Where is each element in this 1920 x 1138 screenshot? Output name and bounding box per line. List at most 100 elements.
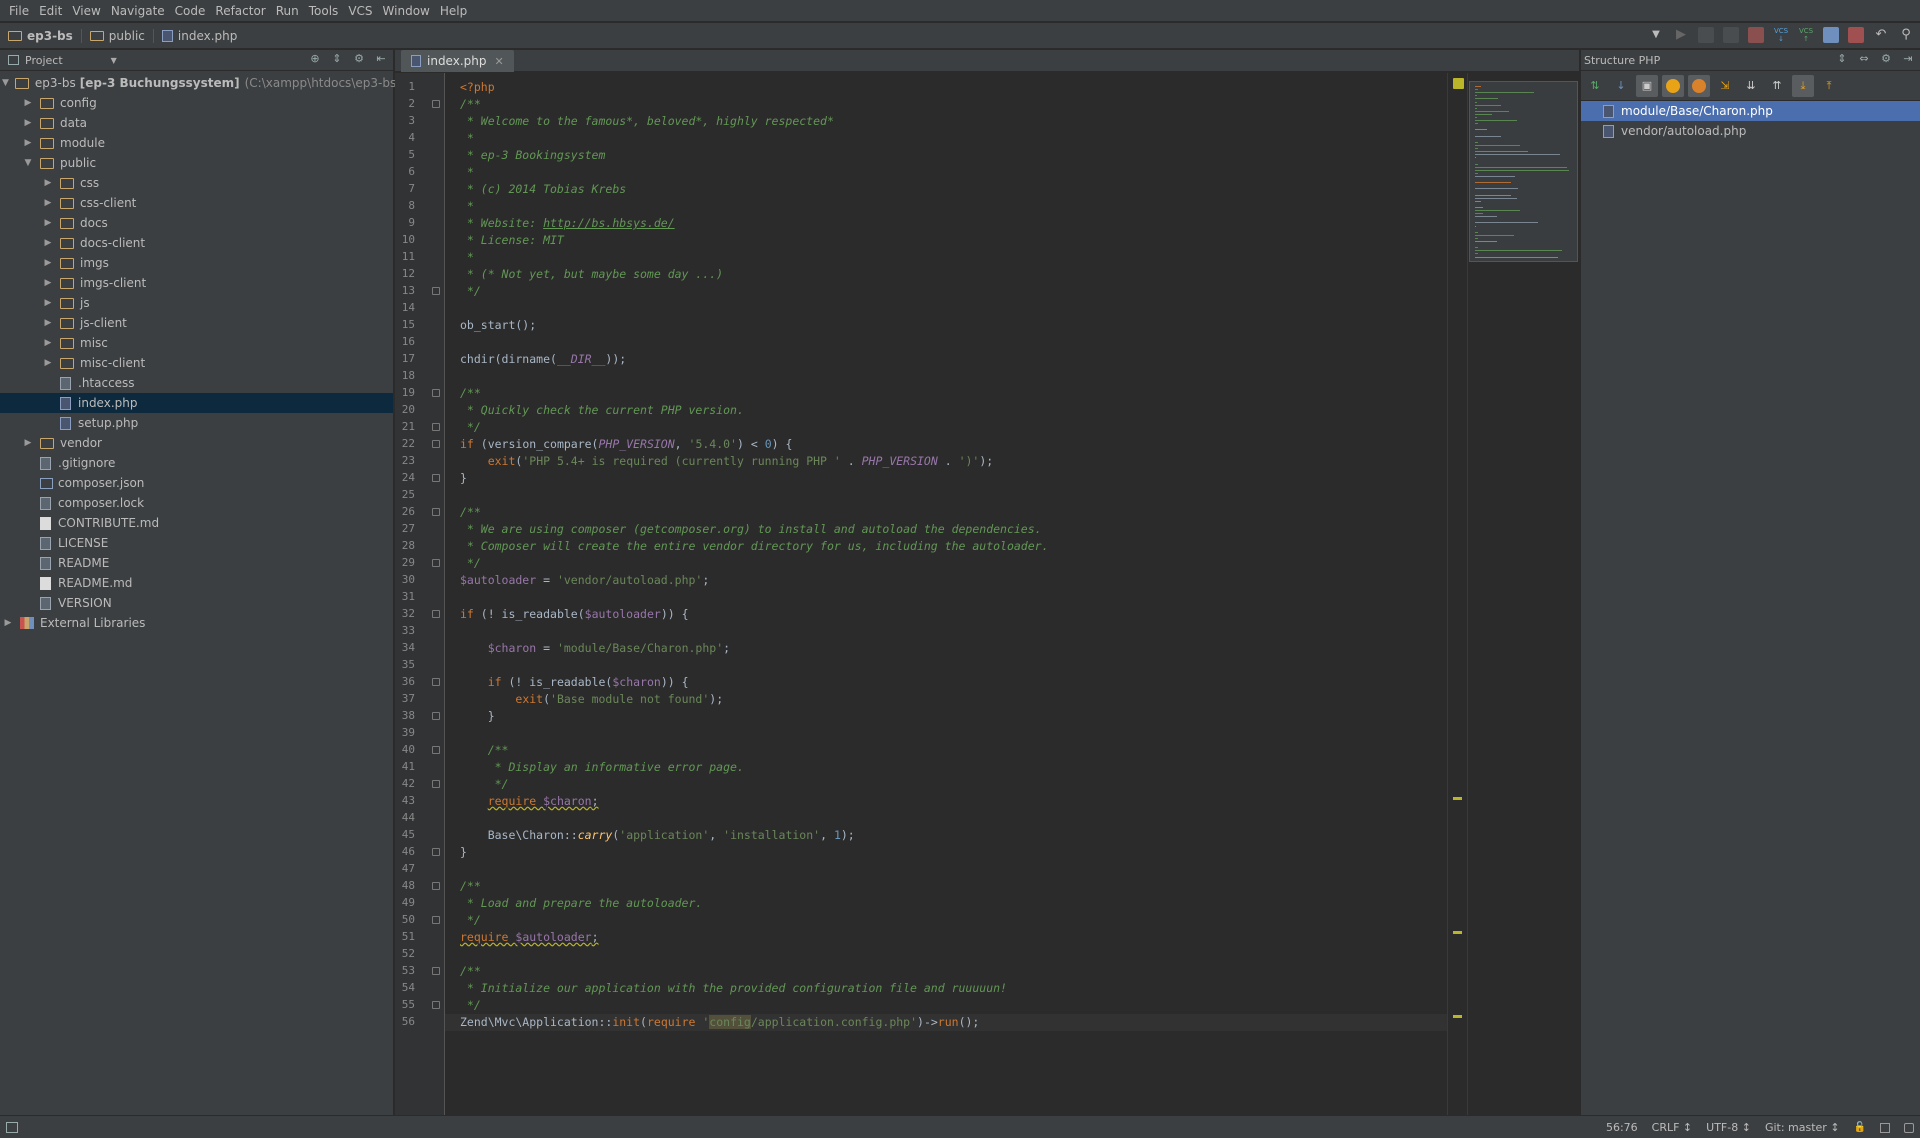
expand-icon[interactable]: ⇊ [1740,75,1762,97]
expanded-arrow-icon[interactable]: ▼ [2,78,9,88]
tree-item-js-client[interactable]: ▶ js-client [0,313,393,333]
tree-item-css[interactable]: ▶ css [0,173,393,193]
tree-item-composer-json[interactable]: composer.json [0,473,393,493]
tree-item-vendor[interactable]: ▶ vendor [0,433,393,453]
tree-item-public[interactable]: ▼ public [0,153,393,173]
collapsed-arrow-icon[interactable]: ▶ [42,278,54,288]
tree-item-license[interactable]: LICENSE [0,533,393,553]
encoding-selector[interactable]: UTF-8 ↕ [1706,1121,1751,1134]
menu-navigate[interactable]: Navigate [106,0,170,22]
fold-marker-icon[interactable] [432,559,440,567]
menu-run[interactable]: Run [271,0,304,22]
collapsed-arrow-icon[interactable]: ▶ [22,138,34,148]
caret-position[interactable]: 56:76 [1606,1121,1638,1134]
tree-item-css-client[interactable]: ▶ css-client [0,193,393,213]
run-icon[interactable]: ▶ [1673,27,1689,43]
stop-icon[interactable] [1748,27,1764,43]
fold-marker-icon[interactable] [432,474,440,482]
tree-item-docs[interactable]: ▶ docs [0,213,393,233]
lock-icon[interactable]: 🔓 [1854,1122,1866,1133]
fold-marker-icon[interactable] [432,287,440,295]
fold-marker-icon[interactable] [432,440,440,448]
tree-item-js[interactable]: ▶ js [0,293,393,313]
menu-edit[interactable]: Edit [34,0,67,22]
tree-item-readme-md[interactable]: README.md [0,573,393,593]
code-minimap[interactable] [1467,73,1579,1115]
warning-marker[interactable] [1453,797,1462,800]
compare-icon[interactable] [1823,27,1839,43]
menu-code[interactable]: Code [170,0,211,22]
tree-item-readme[interactable]: README [0,553,393,573]
menu-vcs[interactable]: VCS [343,0,377,22]
structure-item[interactable]: vendor/autoload.php [1581,121,1920,141]
project-panel-title[interactable]: Project [25,54,63,67]
tree-item-misc-client[interactable]: ▶ misc-client [0,353,393,373]
collapsed-arrow-icon[interactable]: ▶ [22,118,34,128]
gear-icon[interactable]: ⚙ [353,53,365,65]
collapsed-arrow-icon[interactable]: ▶ [42,238,54,248]
tree-item-setup-php[interactable]: setup.php [0,413,393,433]
tree-item-composer-lock[interactable]: composer.lock [0,493,393,513]
menu-file[interactable]: File [4,0,34,22]
close-icon[interactable]: ✕ [494,55,503,68]
line-separator-selector[interactable]: CRLF ↕ [1652,1121,1693,1134]
collapsed-arrow-icon[interactable]: ▶ [22,438,34,448]
menu-tools[interactable]: Tools [304,0,344,22]
fold-marker-icon[interactable] [432,712,440,720]
warning-marker[interactable] [1453,1015,1462,1018]
collapse-all-icon[interactable]: ⇕ [331,53,343,65]
run-config-dropdown-icon[interactable]: ▼ [1648,27,1664,43]
debug-icon[interactable] [1698,27,1714,43]
tree-item-version[interactable]: VERSION [0,593,393,613]
search-icon[interactable]: ⚲ [1898,27,1914,43]
fold-marker-icon[interactable] [432,389,440,397]
event-log-icon[interactable] [1904,1122,1914,1133]
fold-marker-icon[interactable] [432,780,440,788]
tree-item-contribute-md[interactable]: CONTRIBUTE.md [0,513,393,533]
collapsed-arrow-icon[interactable]: ▶ [42,258,54,268]
menu-window[interactable]: Window [378,0,435,22]
fold-marker-icon[interactable] [432,967,440,975]
breadcrumb-item[interactable]: public [82,23,153,49]
error-stripe[interactable] [1447,73,1467,1115]
code-editor[interactable]: 1 2 3 4 5 6 7 8 9 10 11 12 13 14 15 16 17 18 19 20 21 22 23 24 2… [395,73,1579,1115]
minimap-viewport[interactable] [1469,81,1578,262]
breadcrumb-item[interactable]: index.php [154,23,245,49]
collapsed-arrow-icon[interactable]: ▶ [42,318,54,328]
show-includes-icon[interactable]: ▣ [1636,74,1658,97]
vcs-branch-widget[interactable]: Git: master ↕ [1765,1121,1840,1134]
show-inherited-icon[interactable]: ⇲ [1714,75,1736,97]
collapse-icon[interactable]: ⇈ [1766,75,1788,97]
fold-marker-icon[interactable] [432,848,440,856]
fold-marker-icon[interactable] [432,100,440,108]
fold-marker-icon[interactable] [432,610,440,618]
collapsed-arrow-icon[interactable]: ▶ [42,298,54,308]
tree-item-ep3-bs[interactable]: ▼ ep3-bs [ep-3 Buchungssystem] (C:\xampp\ht… [0,73,401,93]
sort-alpha-icon[interactable]: ↓ [1610,75,1632,97]
fold-marker-icon[interactable] [432,508,440,516]
breadcrumb-item[interactable]: ep3-bs [0,23,81,49]
menu-view[interactable]: View [67,0,105,22]
warning-marker[interactable] [1453,931,1462,934]
fold-marker-icon[interactable] [432,423,440,431]
hide-panel-icon[interactable]: ⇥ [1902,53,1914,65]
gear-icon[interactable]: ⚙ [1880,53,1892,65]
tab-index-php[interactable]: index.php ✕ [401,50,514,72]
tree-item-imgs[interactable]: ▶ imgs [0,253,393,273]
tree-item-config[interactable]: ▶ config [0,93,393,113]
collapsed-arrow-icon[interactable]: ▶ [22,98,34,108]
autoscroll-from-source-icon[interactable]: ⤒ [1818,75,1840,97]
tree-item-data[interactable]: ▶ data [0,113,393,133]
show-fields-icon[interactable] [1662,74,1684,97]
menu-refactor[interactable]: Refactor [210,0,270,22]
expanded-arrow-icon[interactable]: ▼ [22,158,34,168]
locate-icon[interactable]: ⊕ [309,53,321,65]
tree-item-misc[interactable]: ▶ misc [0,333,393,353]
fold-marker-icon[interactable] [432,746,440,754]
menu-help[interactable]: Help [435,0,472,22]
structure-item[interactable]: module/Base/Charon.php [1581,101,1920,121]
tool-windows-icon[interactable] [6,1121,18,1133]
memory-indicator-icon[interactable] [1880,1122,1890,1133]
expand-all-icon[interactable]: ⇕ [1836,53,1848,65]
collapsed-arrow-icon[interactable]: ▶ [42,218,54,228]
